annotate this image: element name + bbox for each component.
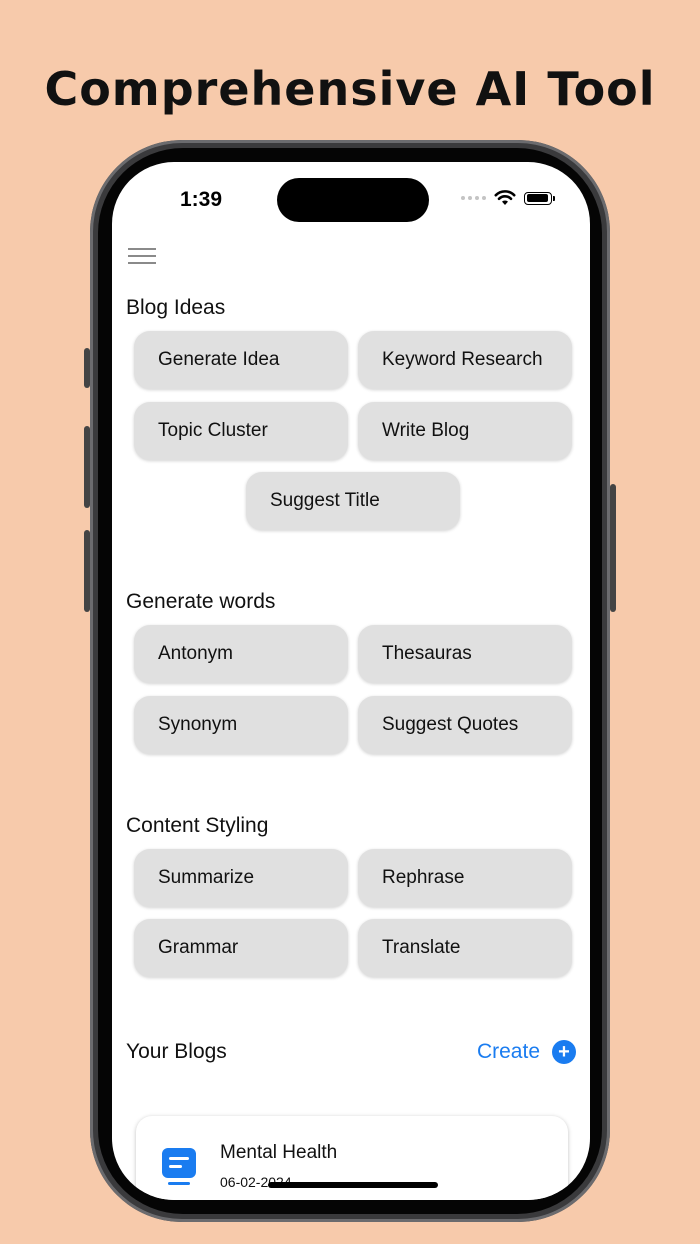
battery-icon [524,191,555,205]
thesauras-button[interactable]: Thesauras [358,625,572,683]
create-label: Create [476,1040,540,1063]
rephrase-button[interactable]: Rephrase [358,849,572,907]
section-title-generate-words: Generate words [126,590,276,613]
write-blog-button[interactable]: Write Blog [358,402,572,460]
suggest-quotes-button[interactable]: Suggest Quotes [358,696,572,754]
translate-button[interactable]: Translate [358,919,572,977]
section-title-your-blogs: Your Blogs [126,1040,227,1063]
synonym-button[interactable]: Synonym [134,696,348,754]
blog-title: Mental Health [220,1142,338,1163]
section-title-content-styling: Content Styling [126,814,269,837]
antonym-button[interactable]: Antonym [134,625,348,683]
marketing-headline: Comprehensive AI Tool [44,62,656,116]
document-icon [162,1148,196,1178]
phone-power-button [610,484,616,612]
topic-cluster-button[interactable]: Topic Cluster [134,402,348,460]
signal-dots-icon [461,196,486,200]
keyword-research-button[interactable]: Keyword Research [358,331,572,389]
plus-circle-icon: + [552,1040,576,1064]
home-indicator [268,1182,438,1188]
status-time: 1:39 [180,188,223,211]
dynamic-island [277,178,429,222]
document-icon-underline [168,1182,190,1185]
status-icons [461,190,555,206]
hamburger-menu-icon[interactable] [128,248,156,268]
wifi-icon [494,190,516,205]
summarize-button[interactable]: Summarize [134,849,348,907]
suggest-title-button[interactable]: Suggest Title [246,472,460,530]
create-blog-button[interactable]: Create + [477,1040,576,1064]
generate-idea-button[interactable]: Generate Idea [134,331,348,389]
grammar-button[interactable]: Grammar [134,919,348,977]
section-title-blog-ideas: Blog Ideas [126,296,226,319]
app-screen: 1:39 Blog Ideas Generate Idea Keyword Re… [112,162,590,1200]
